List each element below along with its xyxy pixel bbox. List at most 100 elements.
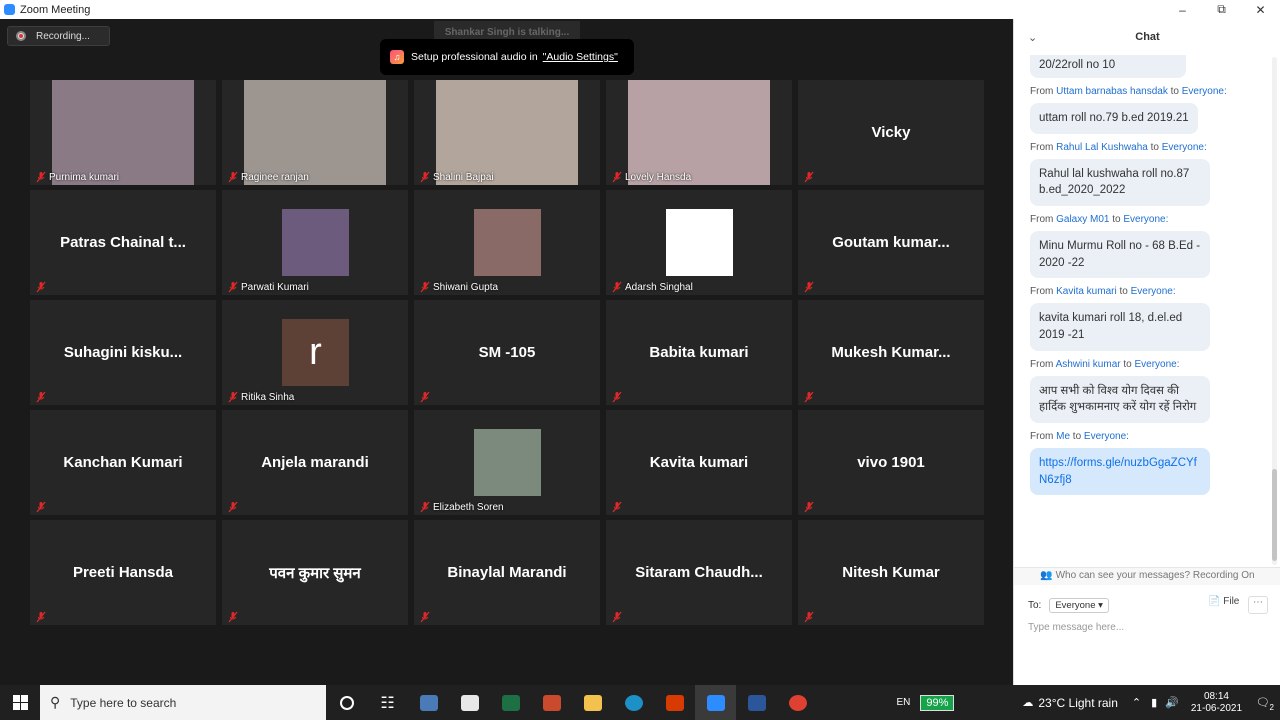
participant-tile[interactable]: Shiwani Gupta xyxy=(414,190,600,295)
record-icon xyxy=(16,31,26,41)
weather-text[interactable]: 23°C Light rain xyxy=(1038,696,1118,710)
office-icon[interactable] xyxy=(654,685,695,720)
participant-tile[interactable]: Nitesh Kumar xyxy=(798,520,984,625)
volume-icon[interactable]: 🔊 xyxy=(1165,696,1179,709)
participant-tile[interactable]: vivo 1901 xyxy=(798,410,984,515)
profile-picture xyxy=(474,209,541,276)
chat-title: Chat xyxy=(1135,31,1160,43)
participant-tile[interactable]: Kavita kumari xyxy=(606,410,792,515)
participant-tile[interactable]: Preeti Hansda xyxy=(30,520,216,625)
taskbar-search[interactable]: ⚲ Type here to search xyxy=(40,685,326,720)
to-label: To: xyxy=(1028,599,1042,611)
participant-tile[interactable]: Kanchan Kumari xyxy=(30,410,216,515)
participant-tile[interactable]: Vicky xyxy=(798,80,984,185)
participant-tile[interactable]: Lovely Hansda xyxy=(606,80,792,185)
participant-name-label: Adarsh Singhal xyxy=(625,282,693,293)
muted-mic-icon xyxy=(611,170,623,183)
participant-tile[interactable]: Goutam kumar... xyxy=(798,190,984,295)
file-button[interactable]: 📄 File xyxy=(1208,596,1239,607)
zoom-taskbar-icon[interactable] xyxy=(695,685,736,720)
participant-tile[interactable]: Binaylal Marandi xyxy=(414,520,600,625)
participant-name-label: Lovely Hansda xyxy=(625,172,692,183)
weather-icon: ☁ xyxy=(1022,697,1034,709)
close-button[interactable]: ✕ xyxy=(1241,0,1280,19)
participant-tile[interactable]: Sitaram Chaudh... xyxy=(606,520,792,625)
chat-privacy-notice[interactable]: 👥 Who can see your messages? Recording O… xyxy=(1014,567,1280,585)
word-icon[interactable] xyxy=(736,685,777,720)
muted-mic-icon xyxy=(803,390,815,403)
participant-tile[interactable]: Patras Chainal t... xyxy=(30,190,216,295)
profile-picture xyxy=(666,209,733,276)
excel-icon[interactable] xyxy=(490,685,531,720)
participant-name-center: पवन कुमार सुमन xyxy=(269,564,361,582)
toast-text: Setup professional audio in xyxy=(411,51,538,63)
chrome-icon[interactable] xyxy=(777,685,818,720)
muted-mic-icon xyxy=(227,280,239,293)
search-placeholder: Type here to search xyxy=(70,695,177,710)
battery-icon[interactable]: ▮ xyxy=(1151,696,1157,709)
participant-name-center: Anjela marandi xyxy=(261,454,369,471)
recipient-select[interactable]: Everyone ▾ xyxy=(1049,597,1109,613)
participant-tile[interactable]: Adarsh Singhal xyxy=(606,190,792,295)
muted-mic-icon xyxy=(227,500,239,513)
participant-name-center: Sitaram Chaudh... xyxy=(635,564,763,581)
chat-message-bubble: kavita kumari roll 18, d.el.ed 2019 -21 xyxy=(1030,303,1210,351)
recording-label: Recording... xyxy=(36,30,90,42)
participant-tile[interactable]: Anjela marandi xyxy=(222,410,408,515)
app-icon-2[interactable] xyxy=(531,685,572,720)
muted-mic-icon xyxy=(803,170,815,183)
participant-tile[interactable]: पवन कुमार सुमन xyxy=(222,520,408,625)
participant-gallery: Purnima kumari Raginee ranjan Shalini Bajp… xyxy=(30,80,984,625)
chat-message-bubble[interactable]: https://forms.gle/nuzbGgaZCYfN6zfj8 xyxy=(1030,448,1210,496)
muted-mic-icon xyxy=(419,390,431,403)
cortana-icon[interactable] xyxy=(326,685,367,720)
chat-sender-line: From Galaxy M01 to Everyone: xyxy=(1030,214,1169,226)
participant-tile[interactable]: Elizabeth Soren xyxy=(414,410,600,515)
windows-taskbar: ⚲ Type here to search ☷ EN 99% ☁ 23°C Li… xyxy=(0,685,1280,720)
chat-scrollbar[interactable] xyxy=(1272,57,1277,565)
chat-bubble-previous: 20/22roll no 10 xyxy=(1030,55,1186,78)
chat-message-bubble: Minu Murmu Roll no - 68 B.Ed - 2020 -22 xyxy=(1030,231,1210,279)
start-button[interactable] xyxy=(0,685,40,720)
participant-tile[interactable]: Babita kumari xyxy=(606,300,792,405)
participant-tile[interactable]: Suhagini kisku... xyxy=(30,300,216,405)
notifications-icon[interactable]: 🗨 2 xyxy=(1256,696,1274,712)
avatar: r xyxy=(282,319,349,386)
edge-icon[interactable] xyxy=(613,685,654,720)
chat-message-bubble: आप सभी को विश्व योग दिवस की हार्दिक शुभक… xyxy=(1030,375,1210,424)
participant-tile[interactable]: Parwati Kumari xyxy=(222,190,408,295)
chat-sender-line: From Kavita kumari to Everyone: xyxy=(1030,286,1176,298)
battery-indicator[interactable]: 99% xyxy=(920,694,955,711)
participant-name-center: Suhagini kisku... xyxy=(63,344,183,361)
participant-tile[interactable]: Raginee ranjan xyxy=(222,80,408,185)
participant-tile[interactable]: r Ritika Sinha xyxy=(222,300,408,405)
minimize-button[interactable]: – xyxy=(1163,0,1202,19)
language-indicator[interactable]: EN xyxy=(896,697,910,708)
app-icon-1[interactable] xyxy=(408,685,449,720)
muted-mic-icon xyxy=(227,390,239,403)
message-input[interactable]: Type message here... xyxy=(1028,622,1124,633)
participant-video xyxy=(52,80,194,185)
maximize-button[interactable]: ⧉ xyxy=(1202,0,1241,19)
chevron-up-icon[interactable]: ⌃ xyxy=(1132,696,1141,709)
muted-mic-icon xyxy=(803,500,815,513)
participant-name-center: Goutam kumar... xyxy=(832,234,950,251)
participant-tile[interactable]: Purnima kumari xyxy=(30,80,216,185)
muted-mic-icon xyxy=(35,170,47,183)
muted-mic-icon xyxy=(35,610,47,623)
task-view-icon[interactable]: ☷ xyxy=(367,685,408,720)
system-tray: EN 99% ☁ 23°C Light rain ⌃ ▮ 🔊 08:14 21-… xyxy=(896,685,1280,720)
participant-name-label: Purnima kumari xyxy=(49,172,120,183)
search-icon: ⚲ xyxy=(50,694,61,710)
store-icon[interactable] xyxy=(449,685,490,720)
chat-sender-line: From Uttam barnabas hansdak to Everyone: xyxy=(1030,86,1227,97)
recording-indicator[interactable]: Recording... xyxy=(7,26,110,46)
participant-tile[interactable]: SM -105 xyxy=(414,300,600,405)
audio-settings-link[interactable]: "Audio Settings" xyxy=(543,51,618,63)
participant-tile[interactable]: Shalini Bajpai xyxy=(414,80,600,185)
participant-tile[interactable]: Mukesh Kumar... xyxy=(798,300,984,405)
clock[interactable]: 08:14 21-06-2021 xyxy=(1191,691,1242,715)
more-options-button[interactable]: ⋯ xyxy=(1248,596,1268,614)
participant-name-label: Shalini Bajpai xyxy=(433,172,494,183)
file-explorer-icon[interactable] xyxy=(572,685,613,720)
